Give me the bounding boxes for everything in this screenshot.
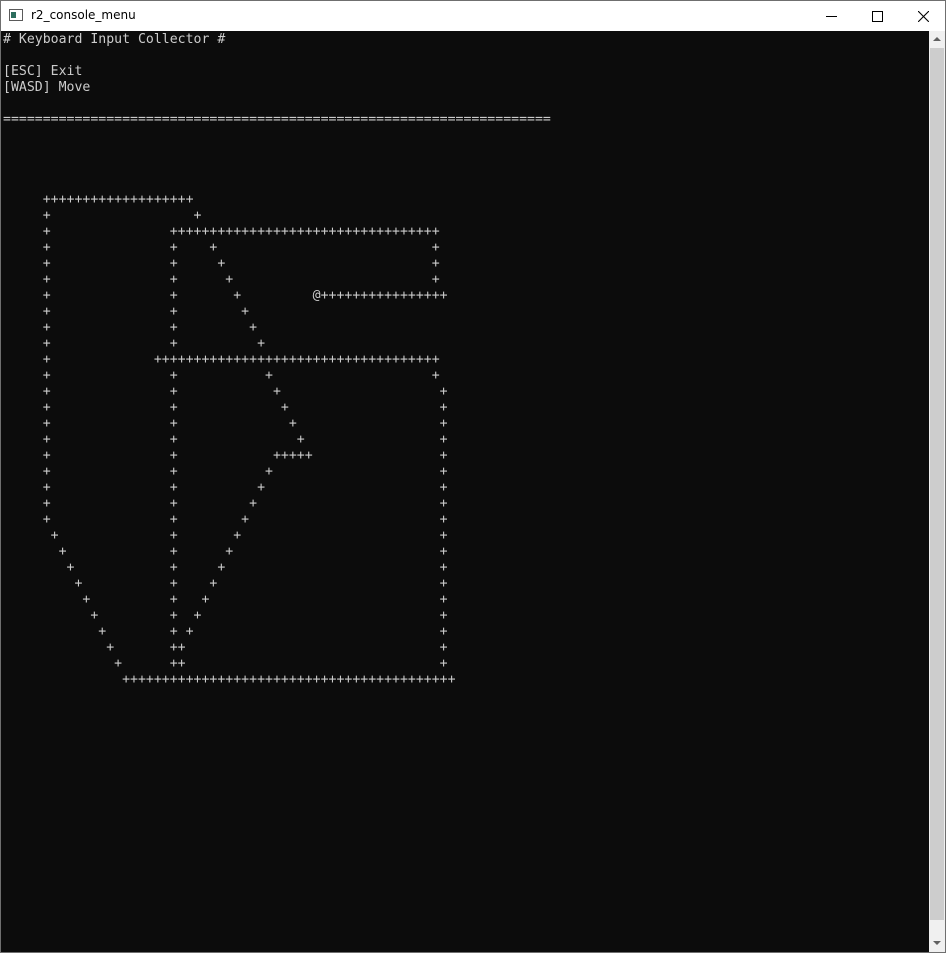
console-line: + + + + bbox=[3, 528, 448, 543]
arrow-down-icon bbox=[933, 941, 941, 945]
console-line: + + + + bbox=[3, 496, 448, 511]
console-line: + + + + bbox=[3, 544, 448, 559]
console-line: + + + + bbox=[3, 624, 448, 639]
console-line: + + +++++ + bbox=[3, 448, 448, 463]
console-line: + + + bbox=[3, 304, 250, 319]
console-line: + + + + bbox=[3, 576, 448, 591]
console-line: + + + + bbox=[3, 480, 448, 495]
console-line: + ++++++++++++++++++++++++++++++++++ bbox=[3, 224, 440, 239]
close-icon bbox=[918, 11, 929, 22]
window-title: r2_console_menu bbox=[31, 8, 136, 22]
console-line: + + + + bbox=[3, 368, 440, 383]
console-window: r2_console_menu # Keyboard Input Collect… bbox=[0, 0, 946, 953]
console-line: + + + bbox=[3, 320, 258, 335]
console-app-icon bbox=[9, 9, 23, 21]
console-line: + + + + bbox=[3, 416, 448, 431]
console-line: + + + + bbox=[3, 272, 440, 287]
console-line: + + + bbox=[3, 336, 266, 351]
console-line: + + + + bbox=[3, 256, 440, 271]
console-line: [WASD] Move bbox=[3, 80, 91, 95]
console-line: + + + + bbox=[3, 432, 448, 447]
console-line: + ++++++++++++++++++++++++++++++++++++ bbox=[3, 352, 440, 367]
maximize-button[interactable] bbox=[854, 1, 900, 31]
console-line: +++++++++++++++++++ bbox=[3, 192, 194, 207]
vertical-scrollbar[interactable] bbox=[929, 31, 945, 952]
console-line: + + + + bbox=[3, 240, 440, 255]
console-line: [ESC] Exit bbox=[3, 64, 83, 79]
console-line: + + + + bbox=[3, 512, 448, 527]
scroll-thumb[interactable] bbox=[930, 48, 944, 920]
console-line: + + + + bbox=[3, 608, 448, 623]
console-line: + + + @++++++++++++++++ bbox=[3, 288, 448, 303]
arrow-up-icon bbox=[933, 37, 941, 41]
scroll-down-button[interactable] bbox=[929, 935, 945, 952]
scroll-up-button[interactable] bbox=[929, 31, 945, 48]
console-line: + + + + bbox=[3, 560, 448, 575]
console-line: + + + + bbox=[3, 400, 448, 415]
console-line: # Keyboard Input Collector # bbox=[3, 32, 226, 47]
minimize-button[interactable] bbox=[808, 1, 854, 31]
console-line: + + + + bbox=[3, 384, 448, 399]
console-line: + ++ + bbox=[3, 640, 448, 655]
maximize-icon bbox=[872, 11, 883, 22]
console-line: + + + + bbox=[3, 464, 448, 479]
title-bar[interactable]: r2_console_menu bbox=[1, 1, 945, 31]
close-button[interactable] bbox=[900, 1, 946, 31]
minimize-icon bbox=[826, 16, 837, 17]
console-line: + + bbox=[3, 208, 202, 223]
console-line: + ++ + bbox=[3, 656, 448, 671]
console-line: ++++++++++++++++++++++++++++++++++++++++… bbox=[3, 672, 456, 687]
console-output-area[interactable]: # Keyboard Input Collector # [ESC] Exit … bbox=[1, 31, 929, 952]
console-line: + + + + bbox=[3, 592, 448, 607]
console-line: ========================================… bbox=[3, 112, 551, 127]
console-text: # Keyboard Input Collector # [ESC] Exit … bbox=[3, 32, 551, 688]
